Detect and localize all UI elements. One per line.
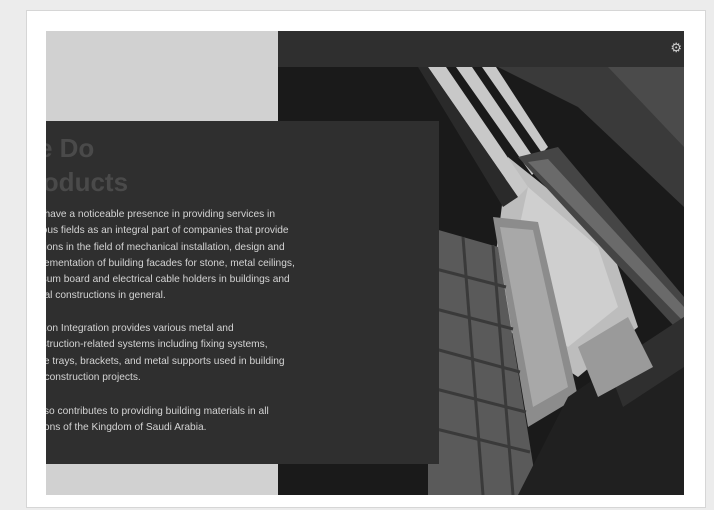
section-heading: t We Do r Products: [46, 131, 128, 199]
gear-icon[interactable]: ⚙: [670, 40, 682, 56]
screen-viewport: ⚙ Do oducts have a noticeable presence i…: [46, 31, 684, 495]
top-bar: ⚙: [278, 31, 684, 67]
paragraph-services: e have a noticeable presence in providin…: [46, 209, 295, 302]
heading-line-1: t We Do: [46, 133, 95, 163]
paragraph-materials: also contributes to providing building m…: [46, 406, 269, 434]
about-text-box: t We Do r Products e have a noticeable p…: [46, 121, 439, 464]
paragraph-systems: rizon Integration provides various metal…: [46, 323, 285, 383]
heading-line-2: r Products: [46, 167, 129, 197]
